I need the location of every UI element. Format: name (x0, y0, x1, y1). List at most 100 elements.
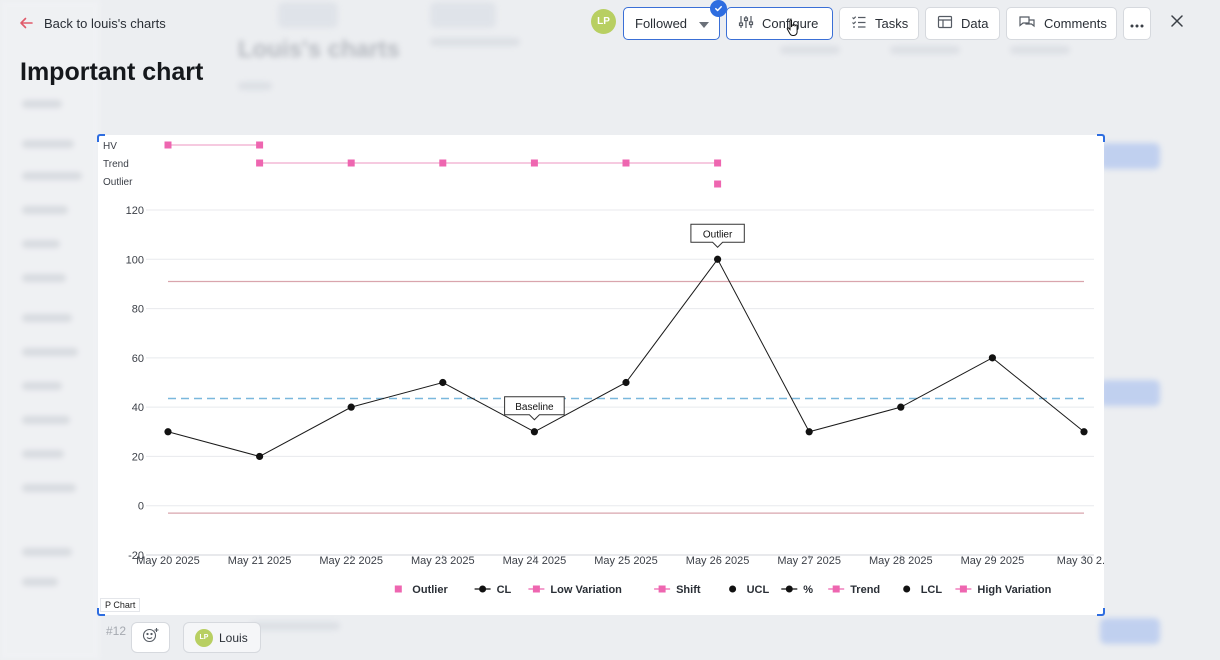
legend-item: Outlier (394, 584, 448, 596)
y-tick-label: 100 (126, 254, 144, 266)
comments-label: Comments (1044, 16, 1107, 31)
rule-marker (439, 159, 447, 167)
legend-marker (479, 585, 487, 593)
data-label: Data (961, 16, 989, 31)
legend-marker (959, 585, 967, 593)
legend-label: % (803, 584, 813, 596)
chart-card[interactable]: -20 0 20 40 60 80 100 120 May 20 2025 May 21 2025… (97, 134, 1105, 616)
rule-marker (622, 159, 630, 167)
x-tick-label: May 28 2025 (869, 555, 933, 567)
selection-corner (97, 134, 105, 142)
legend-label: UCL (747, 584, 770, 596)
followed-label: Followed (635, 16, 688, 31)
x-tick-label: May 30 2... (1057, 555, 1104, 567)
x-tick-label: May 22 2025 (319, 555, 383, 567)
comments-icon (1018, 14, 1036, 33)
followed-button[interactable]: Followed (623, 7, 720, 40)
back-link[interactable]: Back to louis's charts (18, 12, 166, 34)
annotation-callout: Outlier (690, 223, 745, 248)
add-reaction-button[interactable] (131, 622, 170, 653)
legend-marker (903, 585, 911, 593)
background-sidebar (0, 0, 100, 660)
configure-button[interactable]: Configure (726, 7, 833, 40)
table-icon (937, 14, 953, 33)
data-point (1080, 428, 1088, 436)
ellipsis-icon (1130, 16, 1144, 31)
legend-item: Trend (828, 584, 880, 596)
avatar[interactable]: LP (591, 9, 616, 34)
avatar: LP (195, 628, 213, 647)
comments-button[interactable]: Comments (1006, 7, 1117, 40)
rule-row-label: Trend (103, 159, 129, 170)
x-tick-label: May 23 2025 (411, 555, 475, 567)
selection-corner (1097, 608, 1105, 616)
rule-marker (164, 141, 172, 149)
more-button[interactable] (1123, 7, 1151, 40)
legend-item: Low Variation (528, 584, 622, 596)
data-button[interactable]: Data (925, 7, 1000, 40)
y-tick-label: 0 (138, 501, 144, 513)
legend-item: Shift (654, 584, 701, 596)
legend-marker (729, 585, 737, 593)
tasks-label: Tasks (875, 16, 909, 31)
x-tick-label: May 21 2025 (228, 555, 292, 567)
legend-label: Low Variation (550, 584, 622, 596)
rule-marker (256, 141, 264, 149)
tasks-button[interactable]: Tasks (839, 7, 919, 40)
legend-label: Trend (850, 584, 880, 596)
sliders-icon (738, 14, 754, 33)
x-tick-label: May 27 2025 (777, 555, 841, 567)
y-tick-label: 80 (132, 304, 144, 316)
legend-marker (532, 585, 540, 593)
smiley-plus-icon (142, 627, 160, 648)
selection-corner (1097, 134, 1105, 142)
rule-marker (530, 159, 538, 167)
annotation-callout: Baseline (504, 396, 565, 421)
data-point (530, 428, 538, 436)
close-icon (1171, 14, 1183, 32)
x-tick-label: May 29 2025 (961, 555, 1025, 567)
y-tick-label: 40 (132, 402, 144, 414)
checklist-icon (851, 14, 867, 33)
chart-type-label: P Chart (100, 598, 141, 612)
hand-cursor-icon (786, 19, 800, 42)
data-point (714, 255, 722, 263)
p-chart: -20020406080100120May 20 2025 May 21 2025… (103, 141, 1104, 596)
rule-marker (347, 159, 355, 167)
legend-marker (785, 585, 793, 593)
selection-corner (97, 608, 105, 616)
caret-down-icon (699, 16, 710, 31)
user-name: Louis (219, 630, 248, 645)
data-point (256, 452, 264, 461)
legend-label: Shift (676, 584, 701, 596)
back-link-label: Back to louis's charts (44, 15, 166, 31)
rule-marker (256, 159, 264, 167)
data-point (988, 354, 997, 362)
rule-row-label: HV (103, 141, 117, 152)
user-chip[interactable]: LP Louis (183, 622, 261, 653)
rule-marker (714, 159, 722, 167)
legend-item: LCL (903, 584, 942, 596)
data-point (347, 403, 355, 411)
data-point (164, 428, 172, 436)
legend-marker (394, 585, 402, 593)
check-icon (710, 0, 727, 17)
y-tick-label: 20 (132, 451, 144, 463)
rule-row-label: Outlier (103, 177, 133, 188)
legend-item: High Variation (955, 584, 1052, 596)
legend-item: % (781, 584, 813, 596)
x-tick-label: May 26 2025 (686, 555, 750, 567)
close-button[interactable] (1166, 12, 1188, 34)
legend-marker (832, 585, 840, 593)
annotation-label: Baseline (515, 402, 554, 413)
x-tick-label: May 25 2025 (594, 555, 658, 567)
issue-number: #12 (106, 624, 127, 638)
arrow-left-icon (18, 15, 34, 31)
page-title: Important chart (20, 58, 204, 86)
legend-label: Outlier (412, 584, 448, 596)
rule-marker (714, 180, 722, 188)
legend-label: LCL (921, 584, 943, 596)
background-title: Louis's charts (238, 36, 400, 63)
data-point (622, 378, 630, 387)
data-point (897, 403, 905, 411)
